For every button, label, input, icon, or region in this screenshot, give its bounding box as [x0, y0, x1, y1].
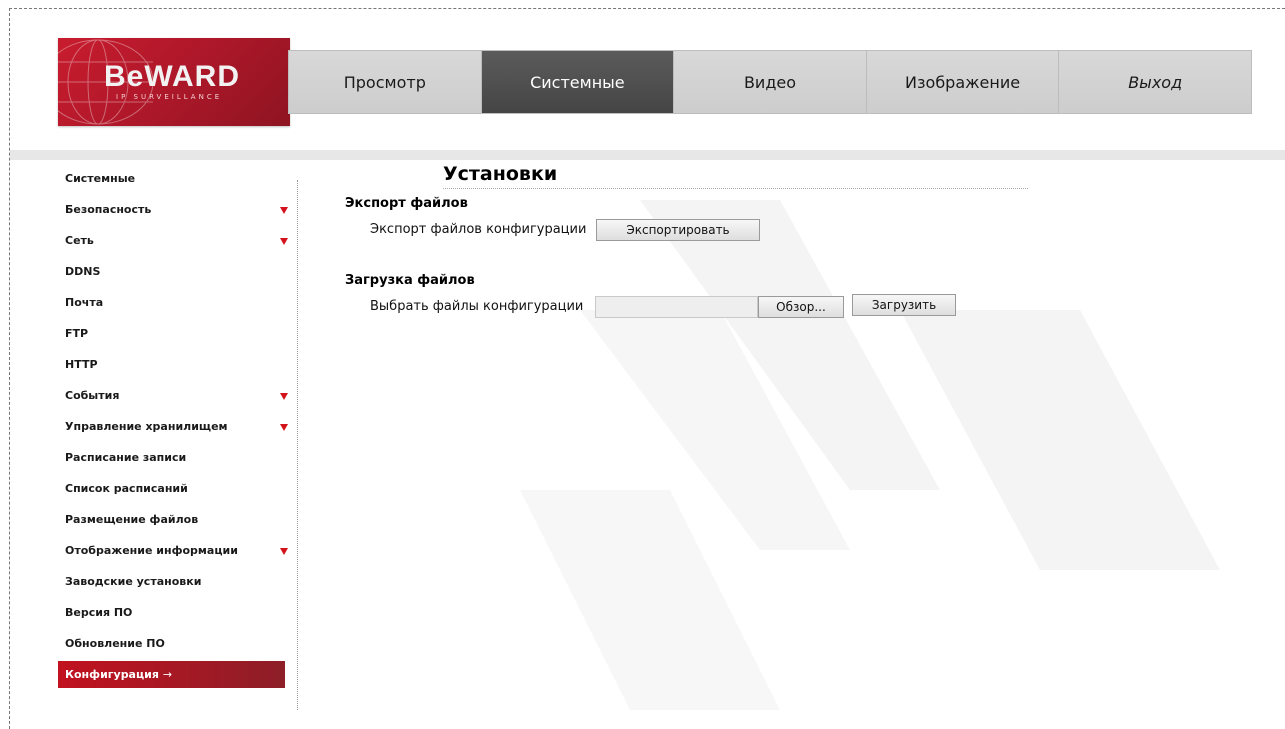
sidebar-item-network[interactable]: Сеть [58, 225, 288, 256]
expand-arrow-icon [280, 548, 288, 555]
config-file-input[interactable] [595, 296, 758, 318]
sidebar-item-label: Почта [65, 296, 104, 309]
sidebar-item-factory-defaults[interactable]: Заводские установки [58, 566, 288, 597]
sidebar-item-system[interactable]: Системные [58, 163, 288, 194]
sidebar-item-label: Расписание записи [65, 451, 187, 464]
export-button[interactable]: Экспортировать [596, 219, 760, 241]
sidebar-item-label: DDNS [65, 265, 101, 278]
tab-image[interactable]: Изображение [867, 51, 1060, 113]
sidebar-item-label: Обновление ПО [65, 637, 165, 650]
tab-view[interactable]: Просмотр [289, 51, 482, 113]
sidebar-item-firmware-update[interactable]: Обновление ПО [58, 628, 288, 659]
sidebar-item-label: Отображение информации [65, 544, 238, 557]
sidebar-item-file-location[interactable]: Размещение файлов [58, 504, 288, 535]
sidebar-item-mail[interactable]: Почта [58, 287, 288, 318]
tab-logout[interactable]: Выход [1059, 51, 1251, 113]
sidebar-item-label: Управление хранилищем [65, 420, 228, 433]
upload-button[interactable]: Загрузить [852, 294, 956, 316]
sidebar-item-label: Версия ПО [65, 606, 133, 619]
expand-arrow-icon [280, 393, 288, 400]
beward-logo[interactable]: BeWARD IP SURVEILLANCE [58, 38, 290, 126]
sidebar-item-storage[interactable]: Управление хранилищем [58, 411, 288, 442]
logo-brand: BeWARD [104, 60, 241, 93]
page-title: Установки [443, 160, 1028, 189]
logo-subtitle: IP SURVEILLANCE [116, 93, 223, 101]
sidebar-item-security[interactable]: Безопасность [58, 194, 288, 225]
sidebar-item-label: Безопасность [65, 203, 152, 216]
header-band [10, 150, 1285, 160]
sidebar-item-label: Системные [65, 172, 136, 185]
sidebar-item-http[interactable]: HTTP [58, 349, 288, 380]
sidebar-item-configuration[interactable]: Конфигурация → [58, 661, 285, 688]
upload-section-title: Загрузка файлов [345, 273, 475, 288]
tab-video[interactable]: Видео [674, 51, 867, 113]
top-navigation: Просмотр Системные Видео Изображение Вых… [288, 50, 1252, 114]
sidebar-item-label: Список расписаний [65, 482, 188, 495]
sidebar-item-label: Заводские установки [65, 575, 202, 588]
browse-button[interactable]: Обзор... [758, 296, 844, 318]
upload-row-label: Выбрать файлы конфигурации [370, 299, 584, 314]
export-row-label: Экспорт файлов конфигурации [370, 222, 587, 237]
sidebar-divider [297, 180, 298, 710]
sidebar-item-ftp[interactable]: FTP [58, 318, 288, 349]
sidebar-item-label: HTTP [65, 358, 98, 371]
sidebar-item-label: Конфигурация [65, 668, 159, 681]
sidebar-item-label: Размещение файлов [65, 513, 199, 526]
right-arrow-icon: → [162, 668, 173, 681]
sidebar-item-ddns[interactable]: DDNS [58, 256, 288, 287]
expand-arrow-icon [280, 238, 288, 245]
sidebar-item-firmware-version[interactable]: Версия ПО [58, 597, 288, 628]
sidebar-menu: Системные Безопасность Сеть DDNS Почта F… [58, 163, 288, 688]
expand-arrow-icon [280, 424, 288, 431]
expand-arrow-icon [280, 207, 288, 214]
sidebar-item-label: FTP [65, 327, 89, 340]
sidebar-item-label: События [65, 389, 120, 402]
sidebar-item-label: Сеть [65, 234, 94, 247]
sidebar-item-info-display[interactable]: Отображение информации [58, 535, 288, 566]
sidebar-item-events[interactable]: События [58, 380, 288, 411]
sidebar-item-schedule-list[interactable]: Список расписаний [58, 473, 288, 504]
tab-system[interactable]: Системные [481, 51, 675, 113]
sidebar-item-record-schedule[interactable]: Расписание записи [58, 442, 288, 473]
export-section-title: Экспорт файлов [345, 196, 468, 211]
